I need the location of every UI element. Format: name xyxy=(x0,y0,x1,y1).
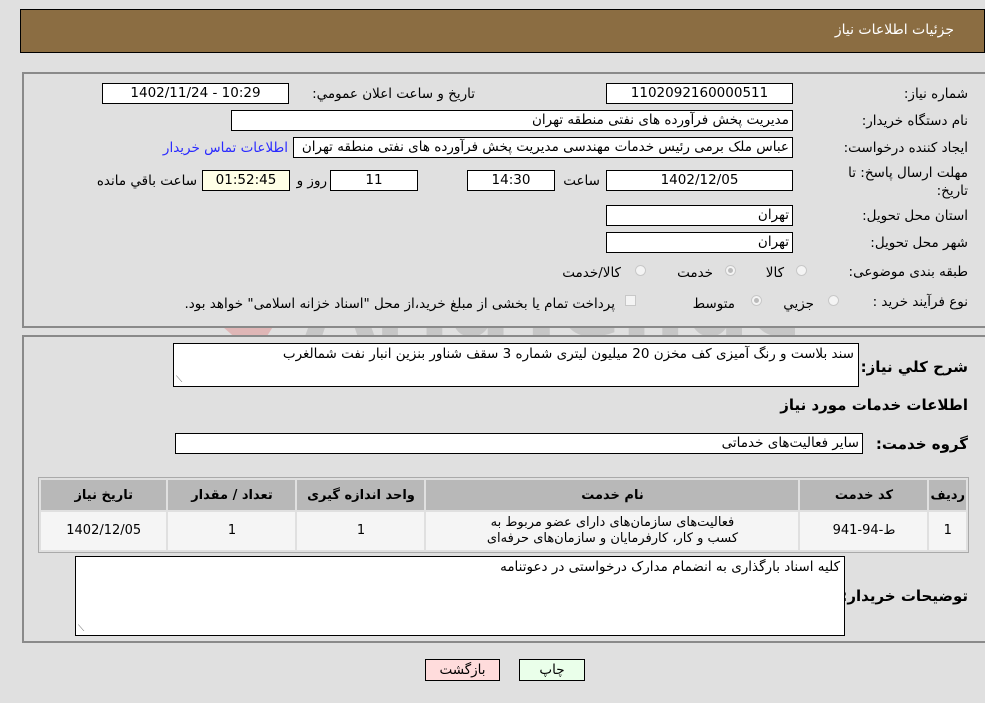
col-header-service-name: نام خدمت xyxy=(426,480,799,510)
days-label: روز و xyxy=(296,173,327,189)
need-number-label: شماره نیاز: xyxy=(903,86,968,102)
city-label: شهر محل تحویل: xyxy=(870,235,968,251)
col-header-quantity: تعداد / مقدار xyxy=(168,480,296,510)
description-text: سند بلاست و رنگ آمیزی کف مخزن 20 میلیون … xyxy=(282,346,854,362)
days-remaining-field: 11 xyxy=(330,170,418,191)
treasury-note: پرداخت تمام یا بخشی از مبلغ خرید،از محل … xyxy=(184,296,615,312)
category-radio-goods[interactable] xyxy=(796,265,807,276)
creator-label: ایجاد کننده درخواست: xyxy=(843,140,968,156)
cell-service-name: فعالیت‌های سازمان‌های دارای عضو مربوط به… xyxy=(426,512,799,550)
resize-grip-icon[interactable]: ⟋ xyxy=(78,624,84,634)
deadline-time-field: 14:30 xyxy=(467,170,555,191)
announce-date-field: 1402/11/24 - 10:29 xyxy=(102,83,289,104)
category-option-service: خدمت xyxy=(677,265,713,281)
col-header-row-number: ردیف xyxy=(929,480,966,510)
print-button[interactable]: چاپ xyxy=(519,659,585,681)
process-option-minor: جزیي xyxy=(783,296,814,312)
col-header-need-date: تاریخ نیاز xyxy=(41,480,167,510)
treasury-checkbox[interactable] xyxy=(625,295,636,306)
deadline-time-label: ساعت xyxy=(563,173,600,189)
cell-quantity: 1 xyxy=(168,512,296,550)
table-row: 1 ط-94-941 فعالیت‌های سازمان‌های دارای ع… xyxy=(41,512,966,550)
time-remaining-label: ساعت باقي مانده xyxy=(96,173,197,189)
back-button[interactable]: بازگشت xyxy=(425,659,500,681)
province-field: تهران xyxy=(606,205,793,226)
category-label: طبقه بندی موضوعی: xyxy=(848,264,968,280)
buyer-org-field: مدیریت پخش فرآورده های نفتی منطقه تهران xyxy=(231,110,793,131)
category-option-goods: کالا xyxy=(765,265,784,281)
cell-row-number: 1 xyxy=(929,512,966,550)
services-table: ردیف کد خدمت نام خدمت واحد اندازه گیری ت… xyxy=(38,477,969,553)
category-option-goods-service: کالا/خدمت xyxy=(562,265,621,281)
cell-unit: 1 xyxy=(297,512,425,550)
buyer-org-label: نام دستگاه خریدار: xyxy=(861,113,968,129)
process-radio-medium[interactable] xyxy=(751,295,762,306)
col-header-service-code: کد خدمت xyxy=(800,480,928,510)
city-field: تهران xyxy=(606,232,793,253)
category-radio-service[interactable] xyxy=(725,265,736,276)
buyer-contact-link[interactable]: اطلاعات تماس خریدار xyxy=(163,140,288,156)
buyer-notes-textarea[interactable]: کلیه اسناد بارگذاری به انضمام مدارک درخو… xyxy=(75,556,845,636)
page-title: جزئیات اطلاعات نیاز xyxy=(834,22,954,38)
process-radio-minor[interactable] xyxy=(828,295,839,306)
service-group-label: گروه خدمت: xyxy=(875,435,968,453)
announce-date-label: تاریخ و ساعت اعلان عمومي: xyxy=(312,86,475,102)
col-header-unit: واحد اندازه گیری xyxy=(297,480,425,510)
process-label: نوع فرآیند خرید : xyxy=(872,294,968,310)
buyer-notes-label: توضیحات خریدار: xyxy=(841,587,968,605)
cell-service-code: ط-94-941 xyxy=(800,512,928,550)
deadline-date-field: 1402/12/05 xyxy=(606,170,793,191)
category-radio-goods-service[interactable] xyxy=(635,265,646,276)
cell-need-date: 1402/12/05 xyxy=(41,512,167,550)
resize-grip-icon[interactable]: ⟋ xyxy=(176,375,182,385)
service-group-field: سایر فعالیت‌های خدماتی xyxy=(175,433,863,454)
services-heading: اطلاعات خدمات مورد نیاز xyxy=(780,396,968,414)
page-header: جزئیات اطلاعات نیاز xyxy=(20,9,985,53)
deadline-label: مهلت ارسال پاسخ: تا تاریخ: xyxy=(848,165,968,199)
process-option-medium: متوسط xyxy=(692,296,735,312)
buyer-notes-text: کلیه اسناد بارگذاری به انضمام مدارک درخو… xyxy=(500,559,840,575)
description-label: شرح کلي نیاز: xyxy=(860,358,968,376)
description-textarea[interactable]: سند بلاست و رنگ آمیزی کف مخزن 20 میلیون … xyxy=(173,343,859,387)
table-header-row: ردیف کد خدمت نام خدمت واحد اندازه گیری ت… xyxy=(41,480,966,510)
province-label: استان محل تحویل: xyxy=(862,208,968,224)
creator-field: عباس ملک برمی رئیس خدمات مهندسی مدیریت پ… xyxy=(293,137,793,158)
need-number-field: 1102092160000511 xyxy=(606,83,793,104)
time-remaining-field: 01:52:45 xyxy=(202,170,290,191)
